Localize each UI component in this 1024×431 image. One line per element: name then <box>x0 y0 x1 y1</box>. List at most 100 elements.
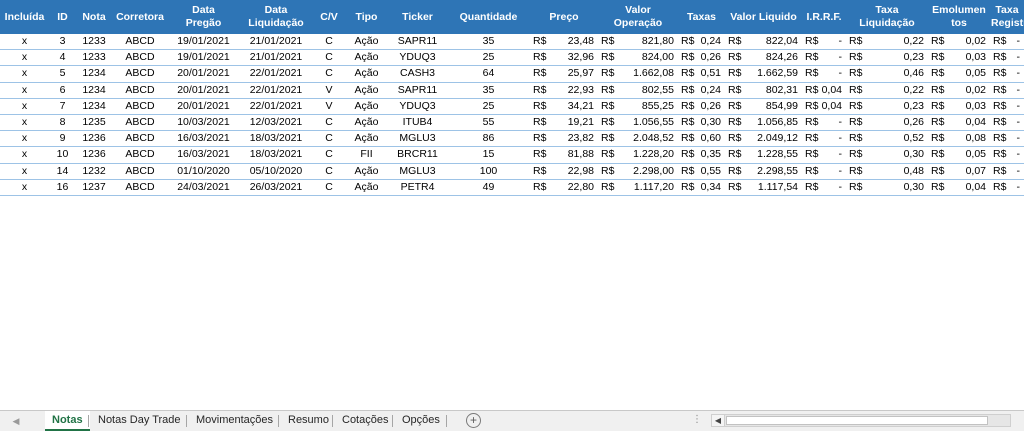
taxas-cell[interactable]: R$ 0,51 <box>678 65 725 83</box>
taxas-cell[interactable]: R$ 0,26 <box>678 49 725 67</box>
cv-cell[interactable]: C <box>313 114 345 132</box>
corretora-cell[interactable]: ABCD <box>112 49 168 67</box>
included-cell[interactable]: x <box>0 65 49 83</box>
tipo-cell[interactable]: Ação <box>345 130 388 148</box>
data-pregao-cell[interactable]: 20/01/2021 <box>168 82 239 99</box>
valor-operacao-cell[interactable]: R$ 1.056,55 <box>598 114 678 132</box>
data-pregao-cell[interactable]: 19/01/2021 <box>168 34 239 51</box>
tipo-cell[interactable]: Ação <box>345 49 388 67</box>
included-cell[interactable]: x <box>0 82 49 99</box>
taxas-cell[interactable]: R$ 0,26 <box>678 98 725 115</box>
tipo-cell[interactable]: Ação <box>345 34 388 51</box>
included-cell[interactable]: x <box>0 49 49 67</box>
ticker-cell[interactable]: PETR4 <box>388 179 447 196</box>
tab-resumo[interactable]: Resumo <box>282 411 335 431</box>
included-cell[interactable]: x <box>0 98 49 115</box>
ticker-cell[interactable]: YDUQ3 <box>388 98 447 115</box>
corretora-cell[interactable]: ABCD <box>112 130 168 148</box>
emolumentos-cell[interactable]: R$ 0,04 <box>928 179 990 196</box>
tab-notas-day-trade[interactable]: Notas Day Trade <box>92 411 187 431</box>
corretora-cell[interactable]: ABCD <box>112 98 168 115</box>
irrf-cell[interactable]: R$ 0,04 <box>802 98 846 115</box>
tab-notas[interactable]: Notas <box>45 411 90 431</box>
data-liquidacao-cell[interactable]: 22/01/2021 <box>239 65 313 83</box>
valor-liquido-cell[interactable]: R$ 1.117,54 <box>725 179 802 196</box>
included-cell[interactable]: x <box>0 34 49 51</box>
taxa-liquidacao-cell[interactable]: R$ 0,22 <box>846 82 928 99</box>
taxa-liquidacao-cell[interactable]: R$ 0,30 <box>846 179 928 196</box>
cv-cell[interactable]: C <box>313 130 345 148</box>
data-pregao-cell[interactable]: 16/03/2021 <box>168 130 239 148</box>
cv-cell[interactable]: C <box>313 34 345 51</box>
ticker-cell[interactable]: SAPR11 <box>388 82 447 99</box>
taxa-liquidacao-cell[interactable]: R$ 0,48 <box>846 163 928 180</box>
id-cell[interactable]: 3 <box>49 34 76 51</box>
taxas-cell[interactable]: R$ 0,30 <box>678 114 725 132</box>
corretora-cell[interactable]: ABCD <box>112 82 168 99</box>
ticker-cell[interactable]: MGLU3 <box>388 130 447 148</box>
ticker-cell[interactable]: ITUB4 <box>388 114 447 132</box>
data-pregao-cell[interactable]: 20/01/2021 <box>168 65 239 83</box>
tipo-cell[interactable]: Ação <box>345 98 388 115</box>
id-cell[interactable]: 14 <box>49 163 76 180</box>
taxa-registro-cell[interactable]: R$ - <box>990 114 1024 132</box>
id-cell[interactable]: 10 <box>49 146 76 164</box>
tipo-cell[interactable]: Ação <box>345 179 388 196</box>
triangle-left-icon[interactable]: ◀ <box>10 415 22 427</box>
quantidade-cell[interactable]: 86 <box>447 130 530 148</box>
data-liquidacao-cell[interactable]: 05/10/2020 <box>239 163 313 180</box>
taxa-liquidacao-cell[interactable]: R$ 0,23 <box>846 49 928 67</box>
taxas-cell[interactable]: R$ 0,34 <box>678 179 725 196</box>
cv-cell[interactable]: V <box>313 98 345 115</box>
scroll-left-icon[interactable]: ◀ <box>712 415 725 426</box>
valor-liquido-cell[interactable]: R$ 822,04 <box>725 34 802 51</box>
taxa-registro-cell[interactable]: R$ - <box>990 130 1024 148</box>
irrf-cell[interactable]: R$ - <box>802 114 846 132</box>
nota-cell[interactable]: 1234 <box>76 98 112 115</box>
data-liquidacao-cell[interactable]: 12/03/2021 <box>239 114 313 132</box>
nota-cell[interactable]: 1234 <box>76 65 112 83</box>
included-cell[interactable]: x <box>0 163 49 180</box>
taxa-registro-cell[interactable]: R$ - <box>990 49 1024 67</box>
corretora-cell[interactable]: ABCD <box>112 179 168 196</box>
preco-cell[interactable]: R$ 34,21 <box>530 98 598 115</box>
taxa-registro-cell[interactable]: R$ - <box>990 146 1024 164</box>
tab-op-es[interactable]: Opções <box>396 411 446 431</box>
id-cell[interactable]: 8 <box>49 114 76 132</box>
irrf-cell[interactable]: R$ - <box>802 163 846 180</box>
preco-cell[interactable]: R$ 23,82 <box>530 130 598 148</box>
spreadsheet-area[interactable]: Incluída ID Nota Corretora Data Pregão Data L… <box>0 0 1024 410</box>
quantidade-cell[interactable]: 64 <box>447 65 530 83</box>
taxas-cell[interactable]: R$ 0,55 <box>678 163 725 180</box>
taxas-cell[interactable]: R$ 0,60 <box>678 130 725 148</box>
irrf-cell[interactable]: R$ - <box>802 65 846 83</box>
data-liquidacao-cell[interactable]: 18/03/2021 <box>239 146 313 164</box>
ticker-cell[interactable]: BRCR11 <box>388 146 447 164</box>
taxa-registro-cell[interactable]: R$ - <box>990 163 1024 180</box>
ticker-cell[interactable]: YDUQ3 <box>388 49 447 67</box>
id-cell[interactable]: 4 <box>49 49 76 67</box>
data-liquidacao-cell[interactable]: 21/01/2021 <box>239 34 313 51</box>
quantidade-cell[interactable]: 35 <box>447 34 530 51</box>
taxa-liquidacao-cell[interactable]: R$ 0,46 <box>846 65 928 83</box>
quantidade-cell[interactable]: 35 <box>447 82 530 99</box>
taxa-liquidacao-cell[interactable]: R$ 0,23 <box>846 98 928 115</box>
valor-operacao-cell[interactable]: R$ 821,80 <box>598 34 678 51</box>
data-pregao-cell[interactable]: 20/01/2021 <box>168 98 239 115</box>
taxas-cell[interactable]: R$ 0,24 <box>678 82 725 99</box>
corretora-cell[interactable]: ABCD <box>112 163 168 180</box>
ticker-cell[interactable]: CASH3 <box>388 65 447 83</box>
valor-liquido-cell[interactable]: R$ 824,26 <box>725 49 802 67</box>
irrf-cell[interactable]: R$ 0,04 <box>802 82 846 99</box>
nota-cell[interactable]: 1232 <box>76 163 112 180</box>
tipo-cell[interactable]: Ação <box>345 163 388 180</box>
valor-operacao-cell[interactable]: R$ 2.048,52 <box>598 130 678 148</box>
included-cell[interactable]: x <box>0 146 49 164</box>
valor-operacao-cell[interactable]: R$ 802,55 <box>598 82 678 99</box>
ellipsis-icon[interactable]: ⋮ <box>692 414 703 425</box>
quantidade-cell[interactable]: 49 <box>447 179 530 196</box>
valor-liquido-cell[interactable]: R$ 802,31 <box>725 82 802 99</box>
preco-cell[interactable]: R$ 32,96 <box>530 49 598 67</box>
data-liquidacao-cell[interactable]: 26/03/2021 <box>239 179 313 196</box>
nota-cell[interactable]: 1236 <box>76 146 112 164</box>
